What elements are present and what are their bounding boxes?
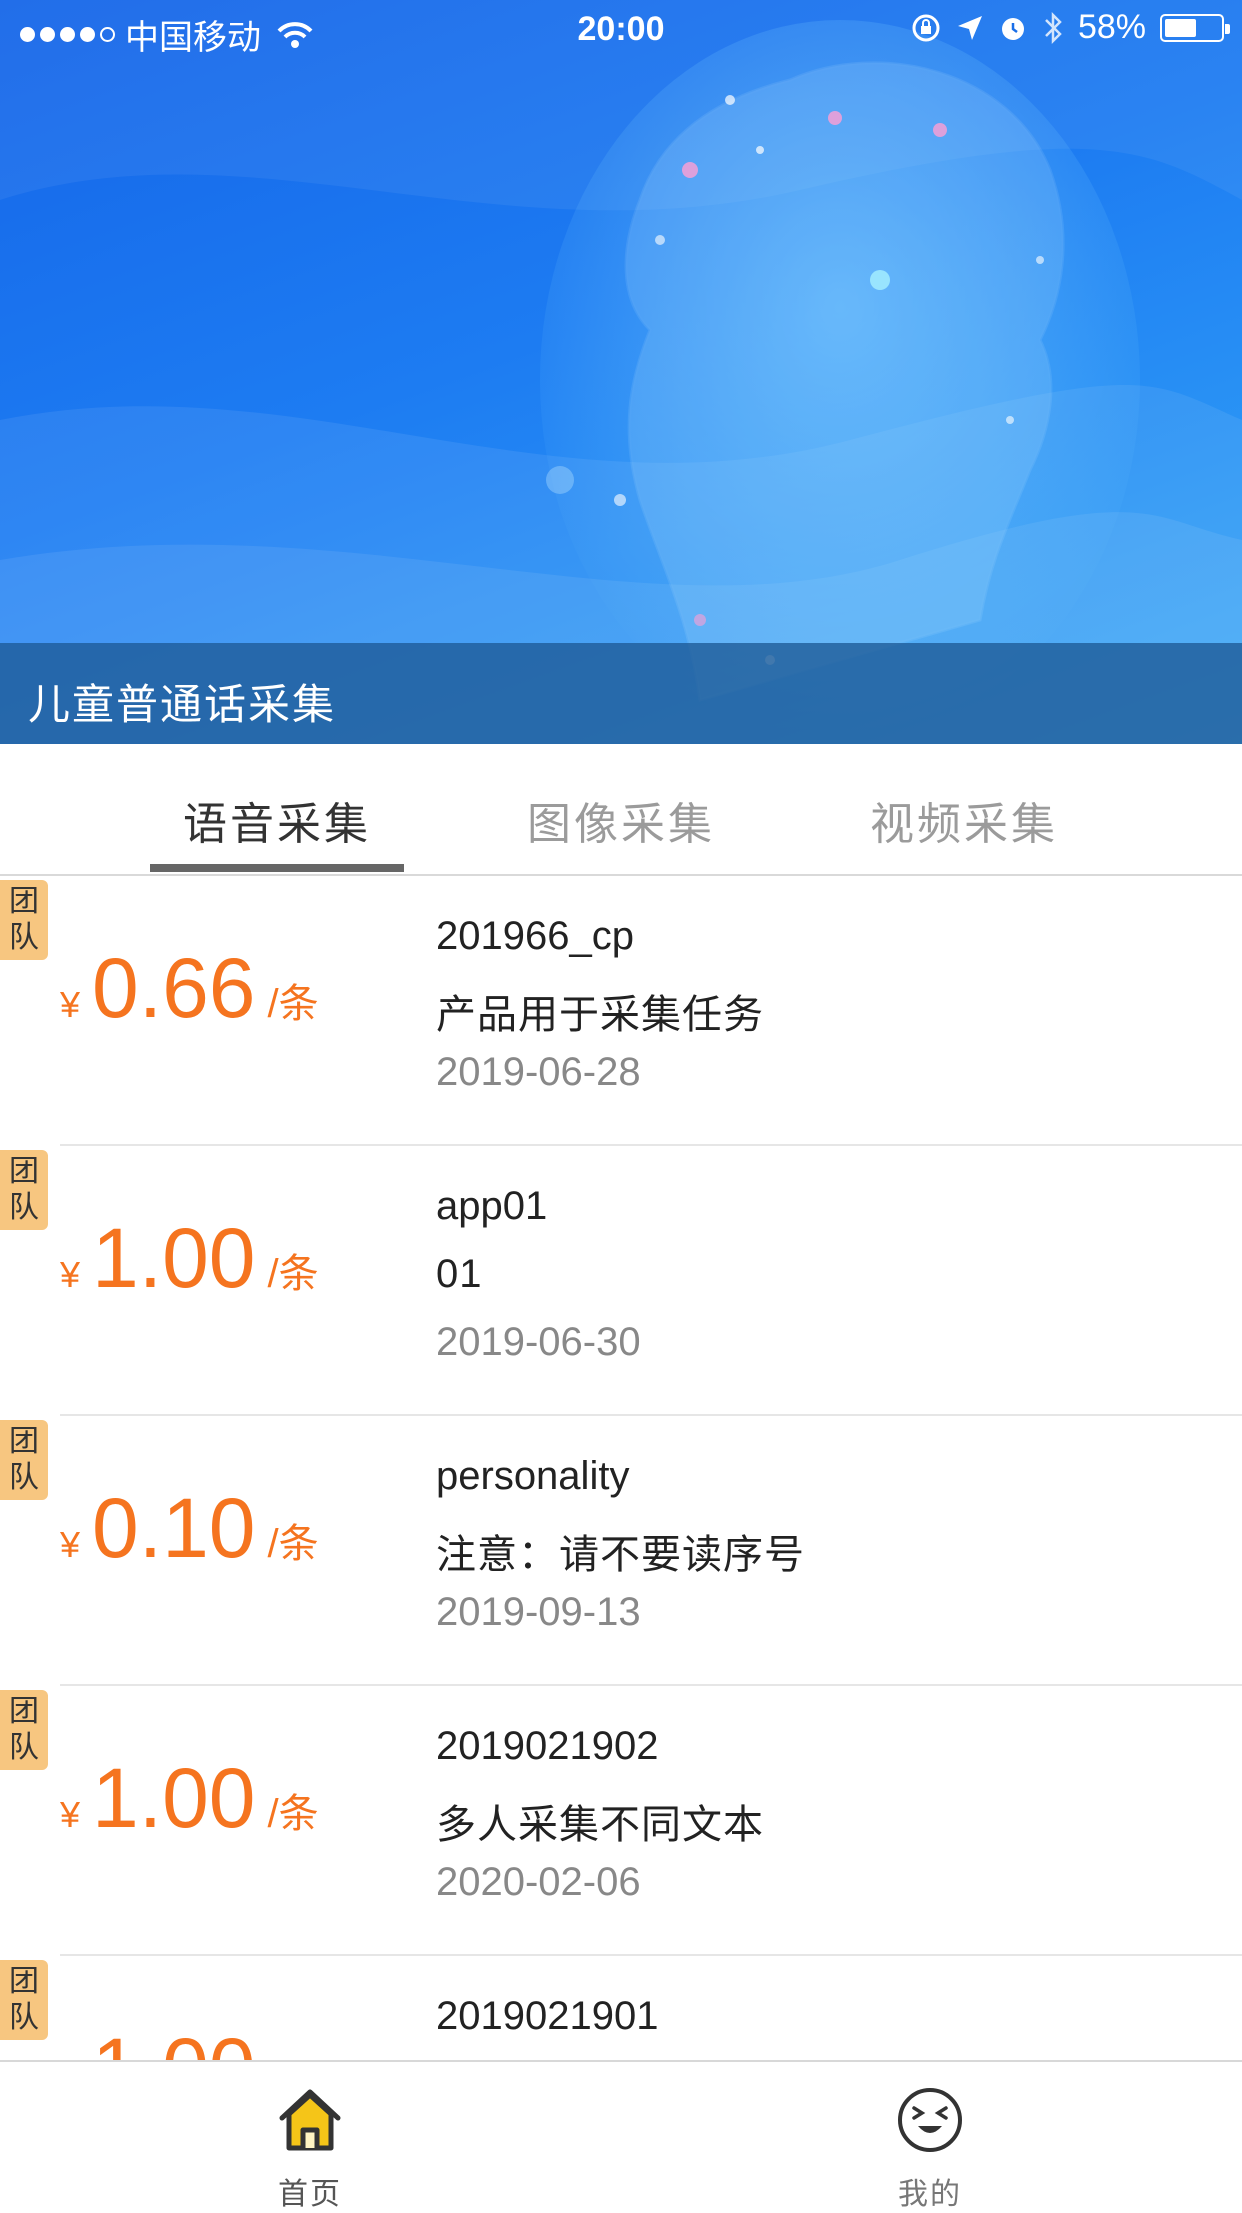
task-price: ¥1.00/条 <box>60 1750 319 1847</box>
price-value: 1.00 <box>92 1751 256 1845</box>
task-item[interactable]: 团队 ¥0.10/条 personality 注意：请不要读序号 2019-09… <box>0 1416 1242 1686</box>
tab-video-collection[interactable]: 视频采集 <box>834 788 1094 852</box>
price-unit: /条 <box>267 1522 319 1566</box>
task-code: personality <box>436 1454 630 1498</box>
task-list[interactable]: 团队 ¥0.66/条 201966_cp 产品用于采集任务 2019-06-28… <box>0 876 1242 2060</box>
task-date: 2019-06-28 <box>436 1050 641 1094</box>
task-date: 2020-02-06 <box>436 1860 641 1904</box>
task-price: ¥1.00/条 <box>60 1210 319 1307</box>
orientation-lock-icon <box>912 14 940 41</box>
nav-home[interactable]: 首页 <box>210 2084 410 2213</box>
team-badge: 团队 <box>0 1960 48 2040</box>
team-badge: 团队 <box>0 1150 48 1230</box>
task-price: ¥0.66/条 <box>60 940 319 1037</box>
task-description: 产品用于采集任务 <box>436 993 764 1037</box>
alarm-icon <box>1001 17 1024 40</box>
battery-percent: 58% <box>1077 8 1146 46</box>
price-value: 1.00 <box>92 1211 256 1305</box>
task-item[interactable]: 团队 ¥0.66/条 201966_cp 产品用于采集任务 2019-06-28 <box>0 876 1242 1146</box>
price-unit: /条 <box>267 982 319 1026</box>
task-code: 201966_cp <box>436 914 634 958</box>
task-date: 2019-09-13 <box>436 1590 641 1634</box>
status-bar: 中国移动 20:00 58% <box>0 0 1242 62</box>
bottom-nav: 首页 我的 <box>0 2060 1242 2211</box>
face-icon <box>898 2088 962 2152</box>
banner-caption-bar: 儿童普通话采集 <box>0 643 1242 744</box>
banner-caption: 儿童普通话采集 <box>28 681 337 728</box>
task-price: ¥0.10/条 <box>60 1480 319 1577</box>
task-price: ¥1.00/条 <box>60 2020 319 2060</box>
team-badge: 团队 <box>0 1690 48 1770</box>
team-badge: 团队 <box>0 1420 48 1500</box>
home-icon <box>279 2089 341 2151</box>
task-code: 2019021901 <box>436 1994 659 2038</box>
task-code: app01 <box>436 1184 548 1228</box>
task-description: 注意：请不要读序号 <box>436 1533 805 1577</box>
tab-voice-collection[interactable]: 语音采集 <box>147 788 407 852</box>
team-badge: 团队 <box>0 880 48 960</box>
tab-image-collection[interactable]: 图像采集 <box>491 788 751 852</box>
task-item[interactable]: 团队 ¥1.00/条 2019021901 <box>0 1956 1242 2060</box>
active-tab-indicator <box>150 864 404 872</box>
price-unit: /条 <box>267 1252 319 1296</box>
currency-symbol: ¥ <box>60 984 81 1025</box>
task-date: 2019-06-30 <box>436 1320 641 1364</box>
task-item[interactable]: 团队 ¥1.00/条 2019021902 多人采集不同文本 2020-02-0… <box>0 1686 1242 1956</box>
task-item[interactable]: 团队 ¥1.00/条 app01 01 2019-06-30 <box>0 1146 1242 1416</box>
price-value: 1.00 <box>92 2021 256 2060</box>
banner-illustration <box>0 0 1242 744</box>
nav-mine-label: 我的 <box>898 2178 962 2211</box>
nav-home-label: 首页 <box>278 2178 342 2211</box>
price-unit: /条 <box>267 1792 319 1836</box>
currency-symbol: ¥ <box>60 1254 81 1295</box>
bluetooth-icon <box>1045 11 1062 44</box>
banner[interactable]: 儿童普通话采集 <box>0 0 1242 744</box>
task-code: 2019021902 <box>436 1724 659 1768</box>
task-description: 01 <box>436 1252 483 1296</box>
battery-icon <box>1160 13 1230 42</box>
currency-symbol: ¥ <box>60 1794 81 1835</box>
category-tabs: 语音采集 图像采集 视频采集 <box>0 744 1242 876</box>
currency-symbol: ¥ <box>60 1524 81 1565</box>
task-description: 多人采集不同文本 <box>436 1803 764 1847</box>
nav-mine[interactable]: 我的 <box>830 2084 1030 2213</box>
location-icon <box>957 15 982 40</box>
price-value: 0.66 <box>92 941 256 1035</box>
price-value: 0.10 <box>92 1481 256 1575</box>
